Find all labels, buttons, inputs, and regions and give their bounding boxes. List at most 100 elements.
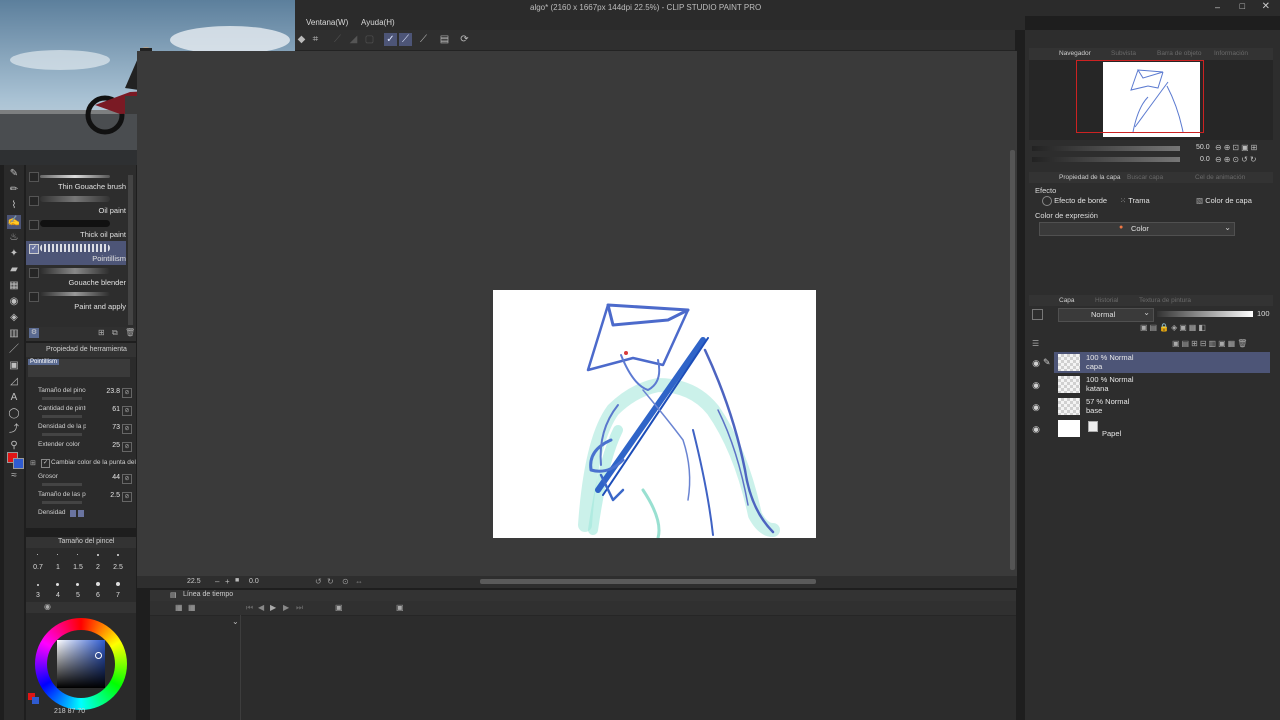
brush-checkbox[interactable]	[29, 196, 39, 206]
navigator-view-frame[interactable]	[1076, 60, 1204, 133]
canvas-horizontal-scrollbar[interactable]	[480, 579, 816, 584]
new-cel-icon[interactable]: ▣	[335, 603, 343, 612]
rotate-right-icon[interactable]: ↻	[327, 577, 334, 586]
sparkle-icon[interactable]: ✦	[7, 247, 21, 261]
eye-icon[interactable]: ◉	[1031, 380, 1041, 390]
pressure-icon[interactable]: ⊘	[122, 474, 132, 484]
prop-value[interactable]: 73	[94, 424, 120, 431]
zoom-value[interactable]: 22.5	[187, 578, 201, 585]
brush-icon[interactable]: ⌇	[7, 199, 21, 213]
rotate-left-icon[interactable]: ↺	[315, 577, 322, 586]
chevron-down-icon[interactable]: ⌄	[232, 617, 239, 626]
onion-skin-icon[interactable]: ▣	[396, 603, 404, 612]
navigator-sliders[interactable]	[1032, 145, 1192, 165]
prop-value[interactable]: 23.8	[94, 388, 120, 395]
subtool-scrollbar[interactable]	[128, 175, 133, 325]
prop-value[interactable]: 25	[94, 442, 120, 449]
eye-icon[interactable]: ◉	[1031, 402, 1041, 412]
brush-size-preset[interactable]: 1	[48, 564, 68, 571]
prop-row-grosor[interactable]: Grosor 44 ⊘	[36, 473, 136, 489]
select-icon[interactable]: ▢	[363, 33, 376, 46]
tab-cel-animacion[interactable]: Cel de animación	[1195, 174, 1245, 186]
canvas-paper[interactable]	[493, 290, 816, 538]
prop-value[interactable]: 2.5	[94, 492, 120, 499]
edit-timeline-icon[interactable]: ▦	[188, 603, 196, 612]
prop-slider[interactable]	[42, 433, 82, 436]
fit-icon[interactable]: ■	[235, 577, 239, 584]
brush-active-icon[interactable]: ✍	[7, 215, 21, 229]
prop-slider[interactable]	[42, 415, 82, 418]
frame-icon[interactable]: ▣	[7, 359, 21, 373]
eye-icon[interactable]: ◉	[1031, 358, 1041, 368]
figure-icon[interactable]: ／	[7, 343, 21, 357]
next-frame-icon[interactable]: ▶	[283, 603, 289, 612]
reference-icon[interactable]: ⟳	[458, 33, 471, 46]
brush-pointillism[interactable]: ✓ Pointillism	[26, 241, 126, 265]
text-icon[interactable]: A	[7, 391, 21, 405]
zoom-out-icon[interactable]: –	[215, 577, 219, 586]
ruler-tool-icon[interactable]: ◿	[7, 375, 21, 389]
brush-size-preset[interactable]: 2	[88, 564, 108, 571]
density-swatch[interactable]	[78, 510, 84, 517]
navigator-zoom-controls-icon[interactable]: ⊖⊕⊡▣⊞	[1215, 143, 1259, 152]
prop-value[interactable]: 61	[94, 406, 120, 413]
pressure-icon[interactable]: ⊘	[122, 442, 132, 452]
blend-mode-select[interactable]: Normal ⌄	[1058, 308, 1154, 322]
correct-line-icon[interactable]: ⤴	[7, 423, 21, 437]
balloon-icon[interactable]: ◯	[7, 407, 21, 421]
brush-thick-oil[interactable]: Thick oil paint	[26, 217, 126, 241]
chevron-down-icon[interactable]: ⌄	[1143, 308, 1150, 317]
border-effect-button[interactable]: Efecto de borde	[1042, 196, 1107, 208]
prop-row-paint-amount[interactable]: Cantidad de pintura 61 ⊘	[36, 405, 136, 421]
brush-checkbox[interactable]	[29, 268, 39, 278]
navigator-rotate-controls-icon[interactable]: ⊖⊕⊙↺↻	[1215, 155, 1259, 164]
brush-size-preset[interactable]: 1.5	[68, 564, 88, 571]
brush-oil-paint[interactable]: Oil paint	[26, 193, 126, 217]
layer-row-base[interactable]: 57 % Normal base	[1054, 396, 1270, 417]
brush-size-preset[interactable]: 5	[68, 592, 88, 599]
tab-propiedad-capa[interactable]: Propiedad de la capa	[1059, 174, 1120, 186]
snap-icon[interactable]: ⟋	[399, 33, 412, 46]
brush-checkbox[interactable]	[29, 172, 39, 182]
scale-icon[interactable]: ◢	[347, 33, 360, 46]
airbrush-icon[interactable]: ♨	[7, 231, 21, 245]
tone-button[interactable]: ⁙ Trama	[1120, 196, 1150, 208]
copy-subtool-icon[interactable]: ⧉	[112, 328, 118, 338]
stabilizer-icon[interactable]: ✓	[384, 33, 397, 46]
blend-icon[interactable]: ◉	[7, 295, 21, 309]
layer-menu-icon[interactable]: ☰	[1032, 339, 1039, 348]
expand-icon[interactable]: ⊞	[30, 459, 36, 467]
menu-ventana[interactable]: Ventana(W)	[306, 18, 348, 27]
rotate-slider[interactable]	[1032, 157, 1180, 162]
maximize-icon[interactable]: □	[1240, 1, 1245, 11]
last-frame-icon[interactable]: ⏭	[296, 603, 303, 613]
brush-checkbox[interactable]	[29, 292, 39, 302]
pencil-icon[interactable]: ✏	[7, 183, 21, 197]
navigator-rotation-value[interactable]: 0.0	[1200, 156, 1210, 163]
layer-opacity-value[interactable]: 100	[1257, 309, 1270, 318]
rotation-value[interactable]: 0.0	[249, 578, 259, 585]
canvas-vertical-scrollbar[interactable]	[1010, 150, 1015, 570]
brush-thin-gouache[interactable]: Thin Gouache brush	[26, 169, 126, 193]
brush-size-preset[interactable]: 7	[108, 592, 128, 599]
brush-checked-icon[interactable]: ✓	[29, 244, 39, 254]
ruler-icon[interactable]: ⟋	[417, 33, 430, 46]
gradient-icon[interactable]: ▥	[7, 327, 21, 341]
pen-icon[interactable]: ✎	[7, 167, 21, 181]
flip-icon[interactable]: ⇔	[355, 577, 363, 586]
prop-slider[interactable]	[42, 397, 82, 400]
prop-value[interactable]: 44	[94, 474, 120, 481]
prop-row-color-stretch[interactable]: Extender color 25 ⊘	[36, 441, 136, 457]
add-subtool-icon[interactable]: ⊞	[98, 328, 105, 337]
prop-slider[interactable]	[42, 483, 82, 486]
menu-ayuda[interactable]: Ayuda(H)	[361, 18, 395, 27]
hue-ring[interactable]	[35, 618, 127, 710]
mesh-icon[interactable]: ▦	[7, 279, 21, 293]
pressure-icon[interactable]: ⊘	[122, 406, 132, 416]
layer-action-icons[interactable]: ▣▤⊞⊟▥▣▦🗑	[1172, 339, 1249, 348]
pressure-icon[interactable]: ⊘	[122, 424, 132, 434]
first-frame-icon[interactable]: ⏮	[246, 603, 253, 613]
brush-gouache-blender[interactable]: Gouache blender	[26, 265, 126, 289]
chevron-down-icon[interactable]: ⌄	[1224, 223, 1231, 232]
zoom-slider[interactable]	[1032, 146, 1180, 151]
